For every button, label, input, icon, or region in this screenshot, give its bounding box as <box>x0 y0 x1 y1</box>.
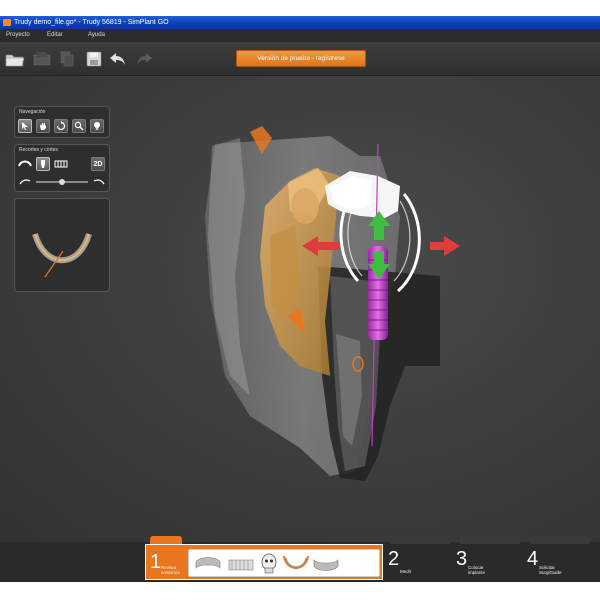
cuts-panel: Recortes y cortes 2D <box>14 144 110 192</box>
open-folder-button[interactable] <box>5 49 25 69</box>
select-tool-button[interactable] <box>18 119 32 133</box>
navigation-panel: Navegación <box>14 106 110 138</box>
menu-ayuda[interactable]: Ayuda <box>88 29 105 42</box>
pointer-icon <box>22 122 28 130</box>
copy-button[interactable] <box>57 49 77 69</box>
menu-bar: Proyecto Editar Ayuda <box>0 29 600 42</box>
pan-tool-button[interactable] <box>36 119 50 133</box>
cut-axial-button[interactable] <box>18 157 32 171</box>
export-icon <box>33 52 51 66</box>
jaw-overview-image <box>32 233 92 278</box>
copy-icon <box>60 51 74 67</box>
overview-minimap[interactable] <box>14 198 110 292</box>
slider-thumb[interactable] <box>59 179 65 185</box>
workflow-tab-1 <box>150 536 182 544</box>
rotate-tool-button[interactable] <box>54 119 68 133</box>
simplant-window: Trudy demo_file.go* - Trudy 56819 - SimP… <box>0 16 600 582</box>
step-1-label: Revisar anatomía <box>161 565 180 575</box>
magnifier-icon <box>74 121 84 131</box>
redo-button[interactable] <box>134 49 154 69</box>
rotate-icon <box>56 121 66 131</box>
teeth-row-icon <box>54 160 68 168</box>
step-4-number: 4 <box>527 548 539 570</box>
slider-left-arrow-icon <box>19 179 31 185</box>
cut-slider[interactable] <box>18 176 108 188</box>
cut-cross-button[interactable] <box>36 157 50 171</box>
tooth-section-icon <box>41 160 45 168</box>
step-4-label: Solicitar SurgiGuide <box>539 565 562 575</box>
menu-proyecto[interactable]: Proyecto <box>6 29 30 42</box>
workflow-bar: 1 Revisar anatomía 2 Medir 3 Colocar imp… <box>0 536 600 582</box>
workflow-step-3[interactable]: 3 Colocar implante <box>454 542 522 582</box>
zoom-tool-button[interactable] <box>72 119 86 133</box>
undo-button[interactable] <box>108 49 128 69</box>
main-toolbar: Versión de prueba - regístrese <box>0 42 600 76</box>
window-title: Trudy demo_file.go* - Trudy 56819 - SimP… <box>14 19 169 26</box>
lower-arch-view-icon[interactable] <box>313 559 339 571</box>
skull-icon[interactable] <box>261 553 277 574</box>
jaw-cut-icon <box>18 160 32 167</box>
trial-register-button[interactable]: Versión de prueba - regístrese <box>236 50 366 67</box>
workflow-step-2[interactable]: 2 Medir <box>386 542 454 582</box>
upper-arch-view-icon[interactable] <box>193 553 223 575</box>
navigation-title: Navegación <box>19 109 46 115</box>
3d-viewport[interactable]: Navegación Recortes y cortes 2D <box>0 76 600 542</box>
save-button[interactable] <box>84 49 104 69</box>
cuts-title: Recortes y cortes <box>19 147 58 153</box>
hand-icon <box>40 123 46 130</box>
folder-icon <box>5 54 25 67</box>
cut-panoramic-button[interactable] <box>54 157 68 171</box>
save-icon <box>86 51 102 67</box>
lower-jaw-icon[interactable] <box>283 555 309 569</box>
app-icon <box>3 19 11 26</box>
slider-right-arrow-icon <box>93 179 105 185</box>
step-3-number: 3 <box>456 548 468 570</box>
step-2-label: Medir <box>400 569 412 574</box>
mode-2d-button[interactable]: 2D <box>91 157 105 171</box>
menu-editar[interactable]: Editar <box>47 29 63 42</box>
anatomy-view-selector <box>188 549 380 577</box>
light-tool-button[interactable] <box>90 119 104 133</box>
step-2-number: 2 <box>388 548 400 570</box>
workflow-step-1[interactable]: 1 Revisar anatomía <box>145 544 383 580</box>
bulb-icon <box>94 122 100 130</box>
step-3-label: Colocar implante <box>468 565 486 575</box>
step-1-number: 1 <box>150 551 162 573</box>
redo-icon <box>137 53 152 65</box>
title-bar: Trudy demo_file.go* - Trudy 56819 - SimP… <box>0 16 600 29</box>
workflow-step-4[interactable]: 4 Solicitar SurgiGuide <box>525 542 597 582</box>
teeth-panorama-icon[interactable] <box>227 553 255 575</box>
export-button[interactable] <box>32 49 52 69</box>
undo-icon <box>110 53 125 65</box>
